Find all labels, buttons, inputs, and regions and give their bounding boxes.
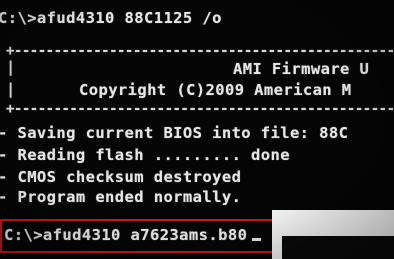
banner-border-left: | xyxy=(6,58,16,76)
banner-border-left-2: | xyxy=(6,80,16,98)
command-line-2[interactable]: C:\>afud4310 a7623ams.b80 xyxy=(4,226,247,244)
banner-separator-top: +---------------------------------------… xyxy=(6,43,394,59)
command-line-1: C:\>afud4310 88C1125 /o xyxy=(0,9,222,27)
status-line-ended: - Program ended normally. xyxy=(0,188,242,206)
screen-glare-shadow xyxy=(282,236,394,259)
status-line-reading: - Reading flash ......... done xyxy=(0,146,290,164)
dos-terminal-screen: C:\>afud4310 88C1125 /o +---------------… xyxy=(0,0,394,259)
banner-separator-bottom: +---------------------------------------… xyxy=(6,101,394,117)
status-line-saving: - Saving current BIOS into file: 88C xyxy=(0,124,349,142)
text-cursor xyxy=(252,238,261,241)
banner-title: AMI Firmware U xyxy=(233,60,370,78)
status-line-cmos: - CMOS checksum destroyed xyxy=(0,168,242,186)
banner-copyright: Copyright (C)2009 American M xyxy=(79,81,352,99)
